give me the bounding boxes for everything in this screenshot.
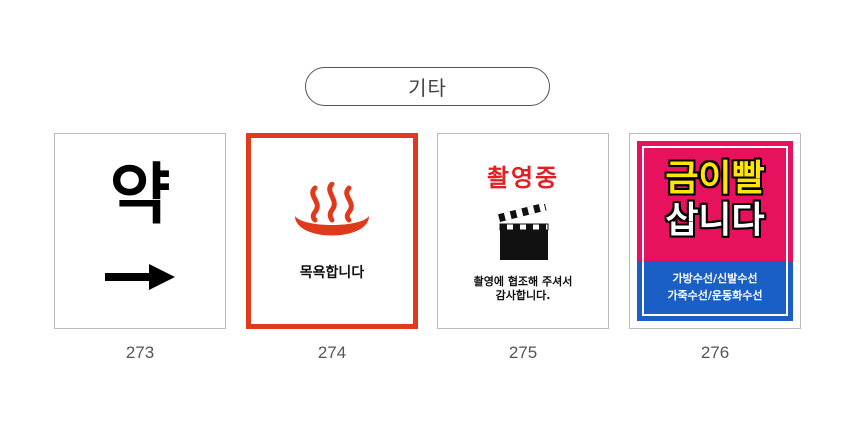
sign-text: 목욕합니다 bbox=[299, 265, 365, 281]
sign-title: 촬영중 bbox=[486, 164, 560, 192]
sign-subtext-1: 가방수선/신발수선 bbox=[672, 272, 758, 285]
sign-number-276: 276 bbox=[700, 343, 730, 362]
sign-card-273[interactable]: 약 bbox=[54, 133, 226, 329]
sign-number-274: 274 bbox=[317, 343, 347, 362]
hot-spring-icon bbox=[295, 182, 369, 236]
sign-card-275[interactable]: 촬영중 촬영에 협조해 주셔서 감사합니다. bbox=[437, 133, 609, 329]
sign-headline-2: 삽니다 bbox=[665, 200, 765, 241]
sign-card-274[interactable]: 목욕합니다 bbox=[246, 133, 418, 329]
sign-text: 약 bbox=[109, 156, 171, 233]
sign-headline-1: 금이빨 bbox=[665, 158, 765, 199]
sign-background: 금이빨 삽니다 가방수선/신발수선 가죽수선/운동화수선 bbox=[637, 141, 793, 321]
clapperboard-icon bbox=[498, 204, 549, 260]
sign-message: 촬영에 협조해 주셔서 감사합니다. bbox=[444, 275, 602, 303]
sign-card-276[interactable]: 금이빨 삽니다 가방수선/신발수선 가죽수선/운동화수선 bbox=[629, 133, 801, 329]
category-tab[interactable]: 기타 bbox=[305, 67, 550, 106]
sign-message-line-2: 감사합니다. bbox=[495, 289, 551, 302]
sign-number-275: 275 bbox=[508, 343, 538, 362]
sign-subtext-2: 가죽수선/운동화수선 bbox=[667, 289, 763, 302]
sign-message-line-1: 촬영에 협조해 주셔서 bbox=[473, 275, 573, 288]
sign-number-273: 273 bbox=[125, 343, 155, 362]
right-arrow-icon bbox=[105, 264, 175, 290]
